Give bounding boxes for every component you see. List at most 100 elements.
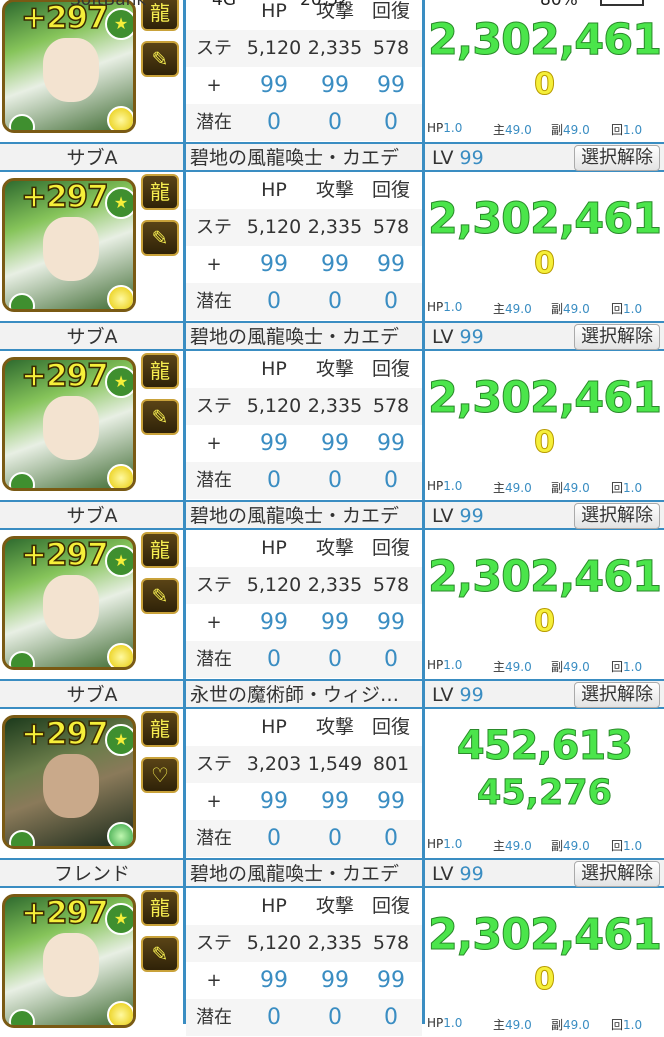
monster-portrait[interactable]: +297 ★ (2, 536, 136, 670)
plus-atk[interactable]: 99 (304, 783, 366, 820)
monster-portrait[interactable]: +297 ★ (2, 357, 136, 491)
star-icon: ★ (105, 903, 133, 935)
level-value[interactable]: 99 (460, 863, 484, 885)
col-rcv: 回復 (371, 716, 410, 738)
latent-hp[interactable]: 0 (242, 820, 306, 857)
latent-hp[interactable]: 0 (242, 641, 306, 678)
plus-rcv[interactable]: 99 (362, 425, 420, 462)
row-label: ステ (196, 217, 232, 238)
col-rcv: 回復 (371, 179, 410, 201)
plus-hp[interactable]: 99 (242, 604, 306, 641)
latent-rcv[interactable]: 0 (362, 999, 420, 1036)
damage-main: 452,613 (456, 723, 633, 770)
col-atk: 攻撃 (315, 716, 354, 738)
slot-role: サブA (66, 505, 118, 527)
deselect-button[interactable]: 選択解除 (574, 682, 660, 708)
stat-hp: 5,120 (246, 574, 302, 596)
monster-portrait[interactable]: +297 ★ (2, 715, 136, 849)
attribute-orb-icon (107, 285, 133, 309)
attribute-orb-icon (107, 464, 133, 488)
plus-atk[interactable]: 99 (304, 962, 366, 999)
plus-rcv[interactable]: 99 (362, 67, 420, 104)
monster-portrait[interactable]: +297 ★ (2, 0, 136, 133)
plus-atk[interactable]: 99 (304, 425, 366, 462)
col-hp: HP (261, 895, 287, 917)
monster-name[interactable]: 碧地の風龍喚士・カエデ (186, 323, 422, 349)
latent-atk[interactable]: 0 (304, 462, 366, 499)
latent-rcv[interactable]: 0 (362, 283, 420, 320)
star-icon: ★ (105, 8, 133, 40)
plus-row: + 99 99 99 (186, 783, 422, 820)
damage-main: 2,302,461 (427, 910, 662, 961)
plus-atk[interactable]: 99 (304, 67, 366, 104)
plus-hp[interactable]: 99 (242, 425, 306, 462)
plus-hp[interactable]: 99 (242, 246, 306, 283)
row-label: ステ (196, 933, 232, 954)
level-value[interactable]: 99 (460, 505, 484, 527)
plus-badge: +297 (20, 716, 109, 753)
latent-atk[interactable]: 0 (304, 999, 366, 1036)
latent-atk[interactable]: 0 (304, 283, 366, 320)
latent-atk[interactable]: 0 (304, 104, 366, 141)
latent-rcv[interactable]: 0 (362, 820, 420, 857)
plus-rcv[interactable]: 99 (362, 783, 420, 820)
plus-row: + 99 99 99 (186, 604, 422, 641)
deselect-button[interactable]: 選択解除 (574, 145, 660, 171)
col-hp: HP (261, 716, 287, 738)
awakening-skill-icon: ✎ (141, 41, 179, 77)
latent-atk[interactable]: 0 (304, 820, 366, 857)
latent-hp[interactable]: 0 (242, 999, 306, 1036)
monster-name[interactable]: 碧地の風龍喚士・カエデ (186, 502, 422, 528)
awakening-dragon-icon: 龍 (141, 711, 179, 747)
deselect-button[interactable]: 選択解除 (574, 503, 660, 529)
damage-panel: 2,302,461 0 HP1.0 主49.0 副49.0 回1.0 (425, 0, 664, 142)
latent-rcv[interactable]: 0 (362, 641, 420, 678)
stat-rcv: 578 (372, 574, 410, 596)
battery-icon (600, 0, 644, 6)
level-value[interactable]: 99 (460, 326, 484, 348)
latent-hp[interactable]: 0 (242, 104, 306, 141)
plus-hp[interactable]: 99 (242, 67, 306, 104)
stat-atk: 2,335 (307, 395, 363, 417)
plus-rcv[interactable]: 99 (362, 962, 420, 999)
card-header: サブA 碧地の風龍喚士・カエデ LV 99 選択解除 (0, 142, 664, 172)
latent-atk[interactable]: 0 (304, 641, 366, 678)
plus-badge: +297 (20, 179, 109, 216)
face-art (43, 217, 99, 281)
col-rcv: 回復 (371, 358, 410, 380)
col-atk: 攻撃 (315, 179, 354, 201)
stat-hp: 5,120 (246, 395, 302, 417)
latent-rcv[interactable]: 0 (362, 462, 420, 499)
level-value[interactable]: 99 (460, 684, 484, 706)
latent-rcv[interactable]: 0 (362, 104, 420, 141)
plus-rcv[interactable]: 99 (362, 246, 420, 283)
plus-hp[interactable]: 99 (242, 783, 306, 820)
plus-atk[interactable]: 99 (304, 604, 366, 641)
deselect-button[interactable]: 選択解除 (574, 861, 660, 887)
damage-panel: 2,302,461 0 HP1.0 主49.0 副49.0 回1.0 (425, 888, 664, 1037)
latent-hp[interactable]: 0 (242, 283, 306, 320)
latent-row: 潜在 0 0 0 (186, 104, 422, 141)
monster-name[interactable]: 碧地の風龍喚士・カエデ (186, 144, 422, 170)
deselect-button[interactable]: 選択解除 (574, 324, 660, 350)
plus-atk[interactable]: 99 (304, 246, 366, 283)
member-card: フレンド 碧地の風龍喚士・カエデ LV 99 選択解除 +297 ★ 龍 ✎ HP… (0, 858, 664, 1037)
plus-rcv[interactable]: 99 (362, 604, 420, 641)
monster-name[interactable]: 永世の魔術師・ウィジ… (186, 681, 422, 707)
star-icon: ★ (105, 724, 133, 756)
damage-main: 2,302,461 (427, 15, 662, 66)
plus-badge: +297 (20, 358, 109, 395)
stat-hp: 3,203 (246, 753, 302, 775)
monster-name[interactable]: 碧地の風龍喚士・カエデ (186, 860, 422, 886)
monster-portrait[interactable]: +297 ★ (2, 178, 136, 312)
stat-rcv: 578 (372, 37, 410, 59)
level-value[interactable]: 99 (460, 147, 484, 169)
latent-row: 潜在 0 0 0 (186, 820, 422, 857)
plus-hp[interactable]: 99 (242, 962, 306, 999)
stat-table: HP 攻撃 回復 ステ 5,120 2,335 578 + 99 99 99 潜… (186, 530, 422, 679)
row-label: + (206, 75, 222, 96)
row-label: ステ (196, 38, 232, 59)
row-label: + (206, 791, 222, 812)
latent-hp[interactable]: 0 (242, 462, 306, 499)
monster-portrait[interactable]: +297 ★ (2, 894, 136, 1028)
